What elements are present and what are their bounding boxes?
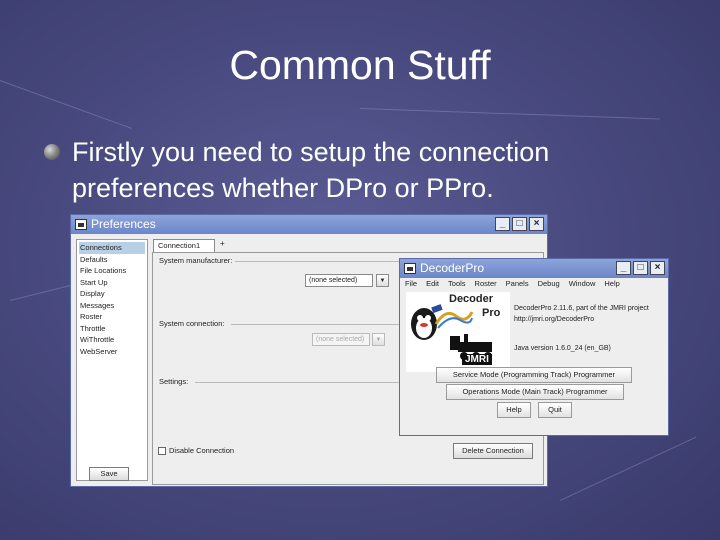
java-app-icon [404, 263, 416, 274]
menu-panels[interactable]: Panels [506, 278, 529, 290]
operations-mode-programmer-button[interactable]: Operations Mode (Main Track) Programmer [446, 384, 624, 400]
maximize-icon[interactable]: □ [512, 217, 527, 231]
menu-roster[interactable]: Roster [475, 278, 497, 290]
category-item-roster[interactable]: Roster [79, 311, 145, 323]
service-mode-programmer-button[interactable]: Service Mode (Programming Track) Program… [436, 367, 632, 383]
logo-text-pro: Pro [482, 307, 501, 319]
category-item-display[interactable]: Display [79, 288, 145, 300]
java-app-icon [75, 219, 87, 230]
menu-help[interactable]: Help [604, 278, 619, 290]
jmri-badge: JMRI [462, 354, 492, 365]
background-line [359, 108, 660, 120]
decoderpro-titlebar[interactable]: DecoderPro _ □ × [400, 259, 668, 278]
slide-title: Common Stuff [229, 42, 491, 88]
bullet-text: Firstly you need to setup the connection… [72, 137, 550, 203]
version-text: DecoderPro 2.11.6, part of the JMRI proj… [514, 305, 649, 312]
menu-tools[interactable]: Tools [448, 278, 466, 290]
preferences-category-list: Connections Defaults File Locations Star… [76, 239, 148, 481]
menu-edit[interactable]: Edit [426, 278, 439, 290]
swirl-icon [434, 311, 474, 329]
menu-window[interactable]: Window [569, 278, 596, 290]
minimize-icon[interactable]: _ [495, 217, 510, 231]
java-version-text: Java version 1.6.0_24 (en_GB) [514, 345, 611, 352]
window-title: DecoderPro [420, 261, 485, 275]
disable-connection-label: Disable Connection [169, 446, 235, 455]
menu-file[interactable]: File [405, 278, 417, 290]
category-item-withrottle[interactable]: WiThrottle [79, 334, 145, 346]
close-icon[interactable]: × [529, 217, 544, 231]
category-item-file-locations[interactable]: File Locations [79, 265, 145, 277]
settings-label: Settings: [159, 377, 189, 386]
menu-bar: File Edit Tools Roster Panels Debug Wind… [400, 278, 668, 290]
minimize-icon[interactable]: _ [616, 261, 631, 275]
system-manufacturer-select[interactable]: (none selected) [305, 274, 373, 287]
chevron-down-icon[interactable]: ▼ [376, 274, 389, 287]
maximize-icon[interactable]: □ [633, 261, 648, 275]
tab-connection1[interactable]: Connection1 [153, 239, 215, 252]
close-icon[interactable]: × [650, 261, 665, 275]
quit-button[interactable]: Quit [538, 402, 572, 418]
menu-debug[interactable]: Debug [538, 278, 560, 290]
chevron-down-icon[interactable]: ▼ [372, 333, 385, 346]
category-item-start-up[interactable]: Start Up [79, 277, 145, 289]
system-connection-select[interactable]: (none selected) [312, 333, 370, 346]
system-manufacturer-label: System manufacturer: [159, 256, 233, 265]
save-button[interactable]: Save [89, 467, 129, 481]
decoderpro-logo: Decoder Pro JMRI [406, 292, 510, 372]
url-text: http://jmri.org/DecoderPro [514, 316, 595, 323]
add-connection-tab[interactable]: + [220, 239, 225, 248]
decoderpro-window: DecoderPro _ □ × File Edit Tools Roster … [399, 258, 669, 436]
delete-connection-button[interactable]: Delete Connection [453, 443, 533, 459]
window-title: Preferences [91, 217, 156, 231]
category-item-defaults[interactable]: Defaults [79, 254, 145, 266]
preferences-titlebar[interactable]: Preferences _ □ × [71, 215, 547, 234]
category-item-messages[interactable]: Messages [79, 300, 145, 312]
background-line [560, 436, 697, 501]
logo-text-decoder: Decoder [449, 293, 494, 305]
help-button[interactable]: Help [497, 402, 531, 418]
disable-connection-checkbox[interactable] [158, 447, 166, 455]
system-connection-label: System connection: [159, 319, 225, 328]
category-item-webserver[interactable]: WebServer [79, 346, 145, 358]
bullet-icon [44, 144, 60, 160]
category-item-throttle[interactable]: Throttle [79, 323, 145, 335]
category-item-connections[interactable]: Connections [79, 242, 145, 254]
